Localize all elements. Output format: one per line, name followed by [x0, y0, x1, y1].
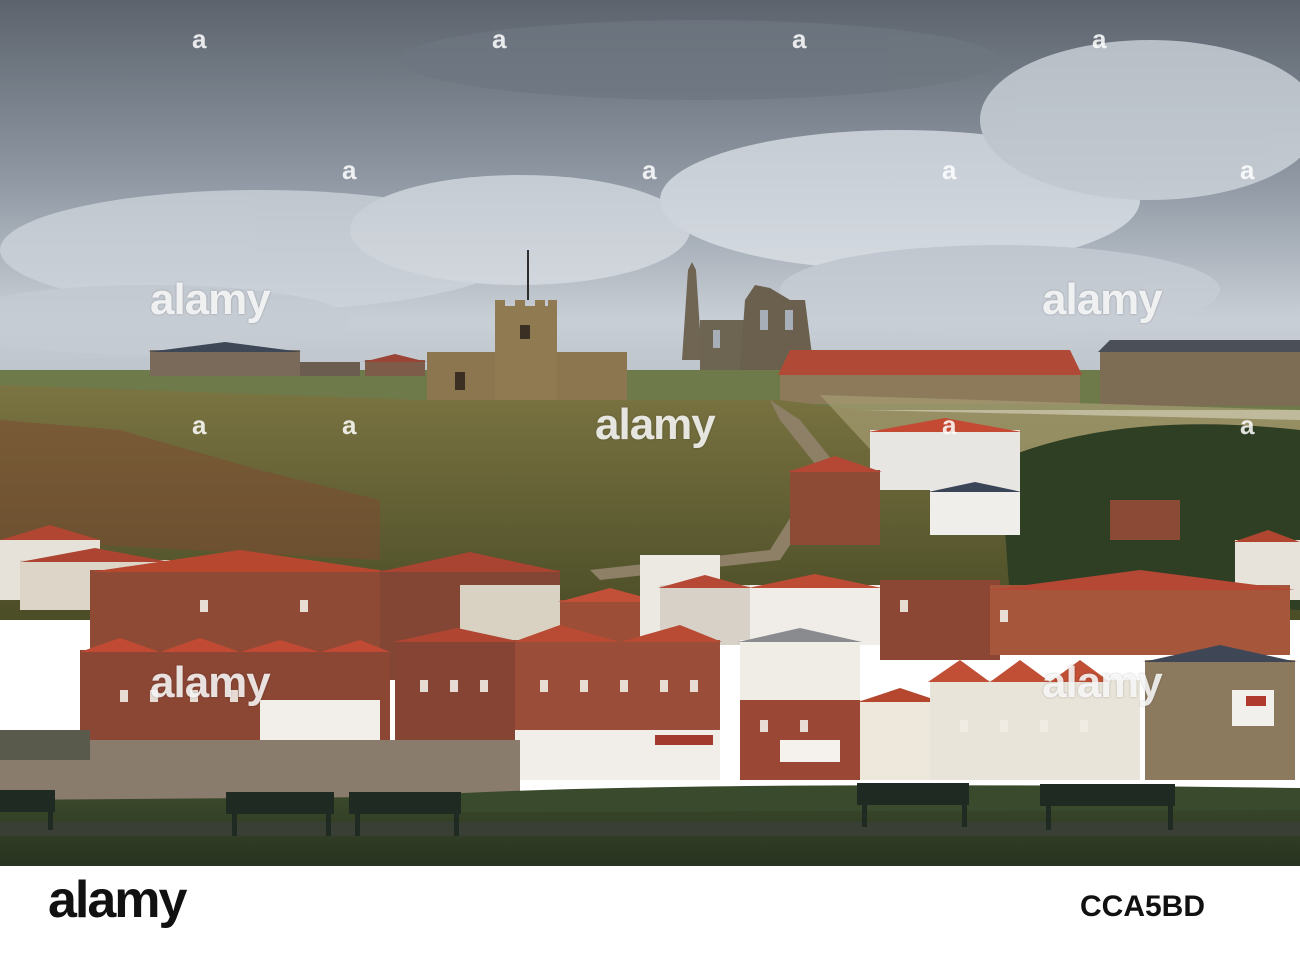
watermark-tile: a: [1240, 155, 1255, 185]
watermark-tile: a: [342, 155, 357, 185]
watermark-tile: a: [192, 24, 207, 54]
watermark-tile: a: [342, 410, 357, 440]
watermark-logo: alamy: [595, 400, 716, 449]
sea-wall: [0, 730, 90, 760]
watermark-tile: a: [1240, 410, 1255, 440]
watermark-logo: alamy: [150, 658, 271, 707]
watermark-logo: alamy: [1042, 275, 1163, 324]
watermark-tile: a: [942, 410, 957, 440]
watermark-tile: a: [792, 24, 807, 54]
footpath: [0, 822, 1300, 836]
watermark-logo: alamy: [1042, 658, 1163, 707]
watermark-tile: a: [192, 410, 207, 440]
landscape-photo: alamy alamy alamy alamy alamy a a a a a …: [0, 0, 1300, 866]
stock-photo-frame: alamy alamy alamy alamy alamy a a a a a …: [0, 0, 1300, 955]
watermark-tile: a: [1092, 24, 1107, 54]
watermark-tile: a: [642, 155, 657, 185]
watermark-tile: a: [492, 24, 507, 54]
watermark-tile: a: [942, 155, 957, 185]
image-id: CCA5BD: [1080, 890, 1206, 923]
alamy-logo: alamy: [48, 871, 187, 929]
watermark-logo: alamy: [150, 275, 271, 324]
